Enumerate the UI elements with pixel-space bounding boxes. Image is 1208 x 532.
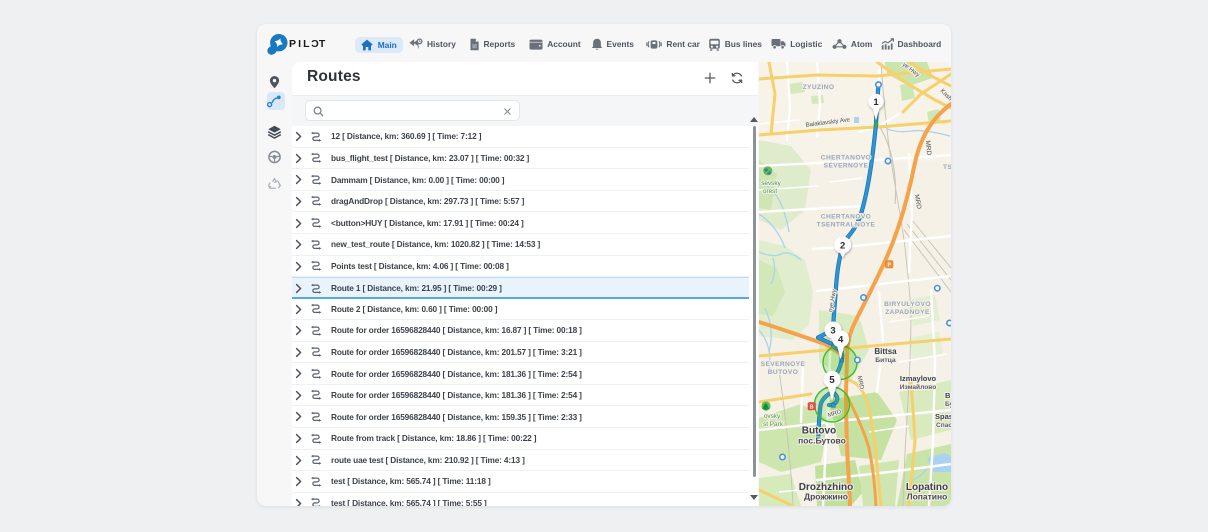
svg-text:st Park: st Park: [763, 421, 784, 428]
svg-text:ZYUZINO: ZYUZINO: [803, 84, 835, 91]
svg-text:Bittsa: Bittsa: [874, 347, 897, 356]
svg-text:CHERTANOVO: CHERTANOVO: [821, 214, 871, 221]
svg-text:Измайлово: Измайлово: [900, 383, 937, 391]
svg-text:sevsky: sevsky: [761, 180, 781, 187]
svg-text:Дрожжино: Дрожжино: [804, 492, 848, 502]
svg-text:Spass: Spass: [935, 412, 951, 421]
svg-text:1: 1: [873, 97, 879, 108]
svg-text:ovsky: ovsky: [764, 413, 781, 420]
svg-text:SEVERNOYE: SEVERNOYE: [824, 163, 869, 170]
svg-text:BUTOVO: BUTOVO: [768, 369, 799, 376]
svg-text:2: 2: [840, 240, 845, 251]
svg-text:Бу: Бу: [945, 401, 951, 408]
svg-text:Битца: Битца: [875, 357, 896, 364]
svg-text:CHERTANOVO: CHERTANOVO: [821, 155, 871, 162]
svg-text:Izmaylovo: Izmaylovo: [900, 374, 937, 383]
svg-text:Спас: Спас: [936, 422, 951, 429]
svg-text:ZAPADNOYE: ZAPADNOYE: [885, 309, 930, 316]
svg-text:4: 4: [838, 334, 844, 345]
svg-text:🐾: 🐾: [764, 167, 772, 175]
svg-text:TSENTRALNOYE: TSENTRALNOYE: [817, 222, 876, 229]
svg-text:TSAR: TSAR: [943, 164, 951, 171]
svg-text:SEVERNOYE: SEVERNOYE: [761, 361, 806, 368]
svg-text:5: 5: [829, 375, 835, 386]
svg-text:B: B: [810, 404, 814, 410]
svg-text:пос.Бутово: пос.Бутово: [798, 436, 846, 446]
svg-text:Лопатино: Лопатино: [907, 492, 948, 502]
svg-text:B: B: [945, 391, 951, 400]
svg-text:orest: orest: [763, 188, 777, 195]
svg-text:MRD: MRD: [924, 140, 932, 156]
svg-text:🌲: 🌲: [762, 402, 771, 411]
svg-text:BIRYULYOVO: BIRYULYOVO: [884, 301, 931, 308]
